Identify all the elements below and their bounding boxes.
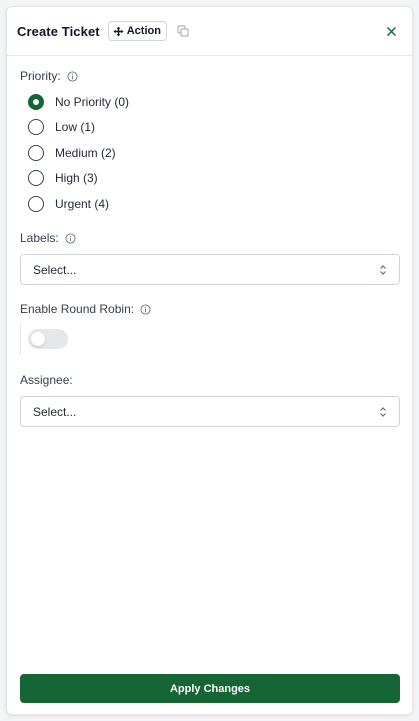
priority-option-label: No Priority (0) — [55, 95, 130, 109]
panel-title: Create Ticket — [17, 23, 100, 39]
radio-button[interactable] — [28, 119, 44, 135]
radio-button[interactable] — [28, 196, 44, 212]
close-icon — [386, 26, 396, 36]
priority-option-label: High (3) — [55, 171, 98, 185]
copy-button[interactable] — [175, 23, 191, 39]
assignee-select-value: Select... — [33, 404, 77, 419]
close-button[interactable] — [384, 24, 398, 38]
labels-label: Labels: — [20, 231, 76, 245]
assignee-label: Assignee: — [20, 373, 73, 387]
labels-select-value: Select... — [33, 262, 77, 277]
radio-button-checked[interactable] — [28, 94, 44, 110]
action-badge: Action — [107, 21, 167, 41]
priority-option-high[interactable]: High (3) — [28, 169, 98, 187]
priority-option-low[interactable]: Low (1) — [28, 118, 95, 136]
labels-label-text: Labels: — [20, 231, 59, 245]
priority-label-text: Priority: — [20, 69, 61, 83]
assignee-select[interactable]: Select... — [20, 396, 400, 427]
priority-option-urgent[interactable]: Urgent (4) — [28, 195, 109, 213]
priority-option-no-priority[interactable]: No Priority (0) — [28, 93, 129, 111]
radio-button[interactable] — [28, 170, 44, 186]
priority-option-medium[interactable]: Medium (2) — [28, 144, 116, 162]
info-icon[interactable] — [140, 303, 151, 315]
create-ticket-panel: Create Ticket Action Priority: No Priori… — [6, 6, 413, 715]
priority-option-label: Urgent (4) — [55, 197, 110, 211]
round-robin-label-text: Enable Round Robin: — [20, 302, 135, 316]
round-robin-toggle-container — [20, 323, 80, 355]
copy-icon — [177, 25, 189, 37]
priority-label: Priority: — [20, 69, 78, 83]
radio-button[interactable] — [28, 145, 44, 161]
chevron-up-down-icon — [380, 407, 386, 417]
assignee-label-text: Assignee: — [20, 373, 73, 387]
panel-header: Create Ticket Action — [7, 7, 412, 56]
priority-option-label: Low (1) — [55, 120, 96, 134]
action-badge-label: Action — [126, 25, 161, 37]
chevron-up-down-icon — [380, 265, 386, 275]
move-icon — [113, 25, 124, 37]
priority-option-label: Medium (2) — [55, 146, 116, 160]
round-robin-label: Enable Round Robin: — [20, 302, 151, 316]
labels-select[interactable]: Select... — [20, 254, 400, 285]
info-icon[interactable] — [65, 232, 76, 244]
apply-changes-button[interactable]: Apply Changes — [20, 674, 400, 703]
info-icon[interactable] — [67, 70, 78, 82]
round-robin-toggle[interactable] — [28, 329, 68, 349]
toggle-knob — [31, 332, 45, 346]
